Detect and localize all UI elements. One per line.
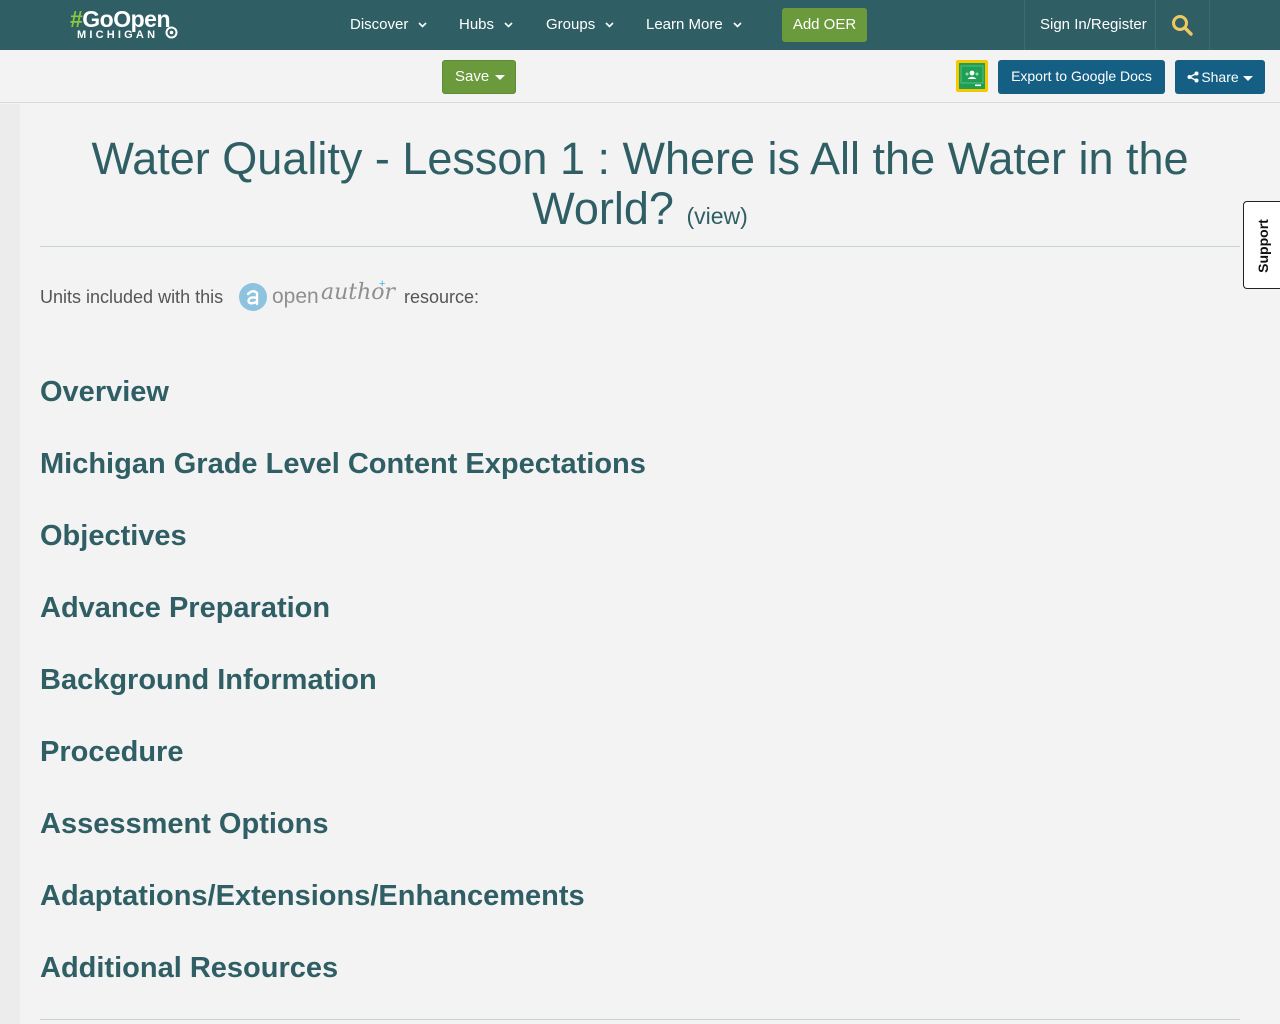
support-tab-label: Support: [1255, 219, 1271, 273]
caret-down-icon: [1242, 75, 1253, 81]
units-included-suffix: resource:: [404, 287, 480, 307]
nav-groups-label: Groups: [546, 16, 596, 33]
google-classroom-icon: [959, 63, 985, 89]
share-icon: [1187, 71, 1199, 83]
caret-down-icon: [495, 74, 506, 80]
add-oer-button[interactable]: Add OER: [782, 8, 867, 42]
nav-discover-label: Discover: [350, 16, 409, 33]
nav-hubs[interactable]: Hubs: [459, 0, 513, 50]
section-advance-preparation[interactable]: Advance Preparation: [40, 590, 330, 626]
chevron-down-icon: [733, 22, 742, 28]
page-title: Water Quality - Lesson 1 : Where is All …: [40, 134, 1240, 241]
gear-icon: [165, 26, 178, 39]
logo-subtitle: MICHIGAN: [77, 29, 159, 41]
section-procedure[interactable]: Procedure: [40, 734, 183, 770]
section-adaptations[interactable]: Adaptations/Extensions/Enhancements: [40, 878, 585, 914]
section-michigan-glce[interactable]: Michigan Grade Level Content Expectation…: [40, 446, 646, 482]
units-included-label: Units included with this: [40, 287, 224, 307]
content-divider: [40, 1019, 1240, 1020]
save-button-label: Save: [455, 68, 490, 85]
nav-groups[interactable]: Groups: [546, 0, 614, 50]
support-tab[interactable]: Support: [1243, 201, 1280, 289]
resource-toolbar: Save Export to Google Docs Share: [0, 50, 1280, 103]
nav-divider: [1155, 0, 1156, 50]
nav-divider: [1024, 0, 1025, 50]
chevron-down-icon: [504, 22, 513, 28]
top-navbar: #GoOpen MICHIGAN Discover Hubs Groups Le…: [0, 0, 1280, 50]
nav-hubs-label: Hubs: [459, 16, 495, 33]
sign-in-register-link[interactable]: Sign In/Register: [1040, 0, 1147, 50]
openauthor-plus-mark: +: [379, 278, 386, 290]
openauthor-open-text: open: [272, 285, 319, 308]
section-overview[interactable]: Overview: [40, 374, 169, 410]
nav-divider: [1209, 0, 1210, 50]
section-assessment-options[interactable]: Assessment Options: [40, 806, 328, 842]
nav-learn-more[interactable]: Learn More: [646, 0, 742, 50]
goopen-michigan-logo[interactable]: #GoOpen MICHIGAN: [70, 6, 180, 44]
section-background-information[interactable]: Background Information: [40, 662, 377, 698]
openauthor-logo[interactable]: open author +: [236, 278, 395, 314]
share-button[interactable]: Share: [1175, 60, 1265, 94]
units-included-row: Units included with this open author + r…: [40, 278, 640, 314]
title-divider: [40, 246, 1240, 247]
left-gutter: [0, 104, 20, 1024]
page-title-text: Water Quality - Lesson 1 : Where is All …: [91, 133, 1189, 234]
view-link[interactable]: (view): [686, 203, 747, 229]
save-button[interactable]: Save: [442, 60, 516, 94]
section-objectives[interactable]: Objectives: [40, 518, 187, 554]
chevron-down-icon: [605, 22, 614, 28]
share-button-label: Share: [1201, 69, 1239, 85]
section-additional-resources[interactable]: Additional Resources: [40, 950, 338, 986]
chevron-down-icon: [418, 22, 427, 28]
nav-discover[interactable]: Discover: [350, 0, 427, 50]
export-google-docs-button[interactable]: Export to Google Docs: [998, 60, 1165, 94]
nav-learn-more-label: Learn More: [646, 16, 723, 33]
openauthor-logo-icon: [239, 283, 267, 311]
google-classroom-button[interactable]: [956, 60, 988, 92]
search-icon[interactable]: [1170, 13, 1194, 37]
